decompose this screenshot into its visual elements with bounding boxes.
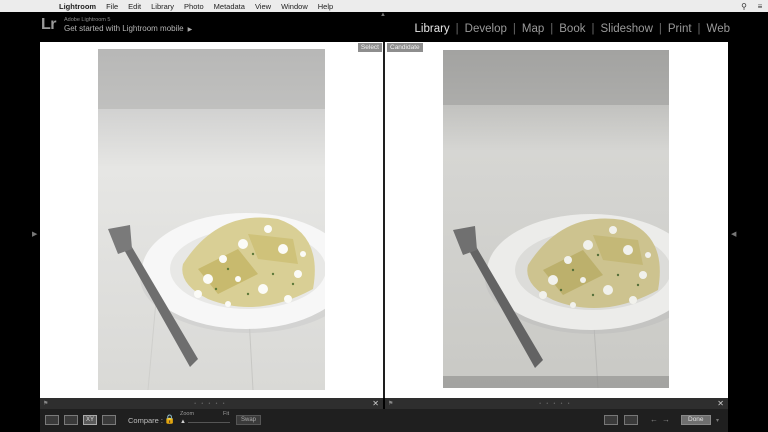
lightroom-logo: Lr	[41, 16, 57, 33]
zoom-slider-track[interactable]	[188, 422, 230, 423]
star-rating[interactable]: • • • • •	[539, 401, 571, 407]
fit-label: Fit	[223, 411, 230, 417]
flag-icon[interactable]: ⚑	[43, 400, 48, 407]
menu-photo[interactable]: Photo	[184, 2, 204, 11]
lock-icon[interactable]: 🔒	[164, 414, 175, 425]
ravioli-photo-select	[98, 49, 325, 390]
module-map[interactable]: Map	[521, 23, 545, 35]
toolbar-menu-caret-icon[interactable]: ▾	[716, 417, 719, 424]
library-toolbar: XY Compare : 🔒 Zoom ▲ Fit Swap ← → Done …	[40, 409, 728, 432]
module-library[interactable]: Library	[414, 23, 451, 35]
menu-help[interactable]: Help	[318, 2, 333, 11]
module-separator: |	[550, 23, 554, 35]
menu-metadata[interactable]: Metadata	[214, 2, 245, 11]
compare-label: Compare :	[128, 416, 164, 425]
candidate-pane-bar: ⚑ • • • • • ✕	[385, 398, 728, 409]
select-pane[interactable]: Select	[40, 42, 383, 398]
select-tag: Select	[357, 43, 382, 52]
menu-edit[interactable]: Edit	[128, 2, 141, 11]
module-web[interactable]: Web	[706, 23, 731, 35]
macos-menu-bar: Lightroom File Edit Library Photo Metada…	[0, 0, 768, 12]
survey-view-button[interactable]	[102, 415, 116, 425]
module-separator: |	[697, 23, 701, 35]
menu-window[interactable]: Window	[281, 2, 308, 11]
select-next-button[interactable]	[624, 415, 638, 425]
previous-arrow-icon[interactable]: ←	[650, 415, 658, 424]
flag-icon[interactable]: ⚑	[388, 400, 393, 407]
next-arrow-icon[interactable]: →	[662, 415, 670, 424]
close-icon[interactable]: ✕	[717, 399, 724, 408]
done-button[interactable]: Done	[681, 415, 711, 425]
module-book[interactable]: Book	[558, 23, 586, 35]
zoom-label: Zoom	[180, 411, 195, 417]
select-photo[interactable]	[98, 49, 325, 390]
loupe-view-button[interactable]	[64, 415, 78, 425]
module-separator: |	[512, 23, 516, 35]
play-arrow-icon: ▶	[187, 27, 193, 33]
close-icon[interactable]: ✕	[372, 399, 379, 408]
make-select-button[interactable]	[604, 415, 618, 425]
candidate-tag: Candidate	[387, 43, 423, 52]
module-separator: |	[455, 23, 459, 35]
module-slideshow[interactable]: Slideshow	[599, 23, 653, 35]
candidate-photo[interactable]	[443, 50, 669, 388]
identity-plate-mobile-link[interactable]: Get started with Lightroom mobile ▶	[64, 24, 192, 33]
select-pane-bar: ⚑ • • • • • ✕	[40, 398, 383, 409]
grid-view-button[interactable]	[45, 415, 59, 425]
star-rating[interactable]: • • • • •	[194, 401, 226, 407]
zoom-slider-caret-icon[interactable]: ▲	[180, 419, 186, 425]
module-separator: |	[591, 23, 595, 35]
spotlight-search-icon[interactable]: ⚲	[736, 2, 752, 11]
lightroom-top-panel: Lr Adobe Lightroom 5 Get started with Li…	[0, 12, 768, 42]
mobile-link-label: Get started with Lightroom mobile	[64, 24, 184, 33]
menu-library[interactable]: Library	[151, 2, 174, 11]
module-develop[interactable]: Develop	[464, 23, 508, 35]
menu-view[interactable]: View	[255, 2, 271, 11]
swap-button[interactable]: Swap	[236, 415, 262, 425]
identity-plate-version: Adobe Lightroom 5	[64, 17, 111, 23]
menu-lightroom[interactable]: Lightroom	[59, 2, 96, 11]
module-print[interactable]: Print	[667, 23, 693, 35]
compare-view: Select Candidate	[40, 42, 728, 398]
candidate-pane[interactable]: Candidate	[385, 42, 728, 398]
right-panel-expand-icon[interactable]: ◀	[731, 230, 736, 238]
left-panel-expand-icon[interactable]: ▶	[32, 230, 37, 238]
module-picker: Library | Develop | Map | Book | Slidesh…	[414, 23, 731, 35]
menu-file[interactable]: File	[106, 2, 118, 11]
module-separator: |	[658, 23, 662, 35]
ravioli-photo-candidate	[443, 50, 669, 388]
compare-view-button[interactable]: XY	[83, 415, 97, 425]
top-panel-collapse-icon[interactable]: ▲	[380, 12, 386, 18]
notification-list-icon[interactable]: ≡	[752, 2, 768, 11]
